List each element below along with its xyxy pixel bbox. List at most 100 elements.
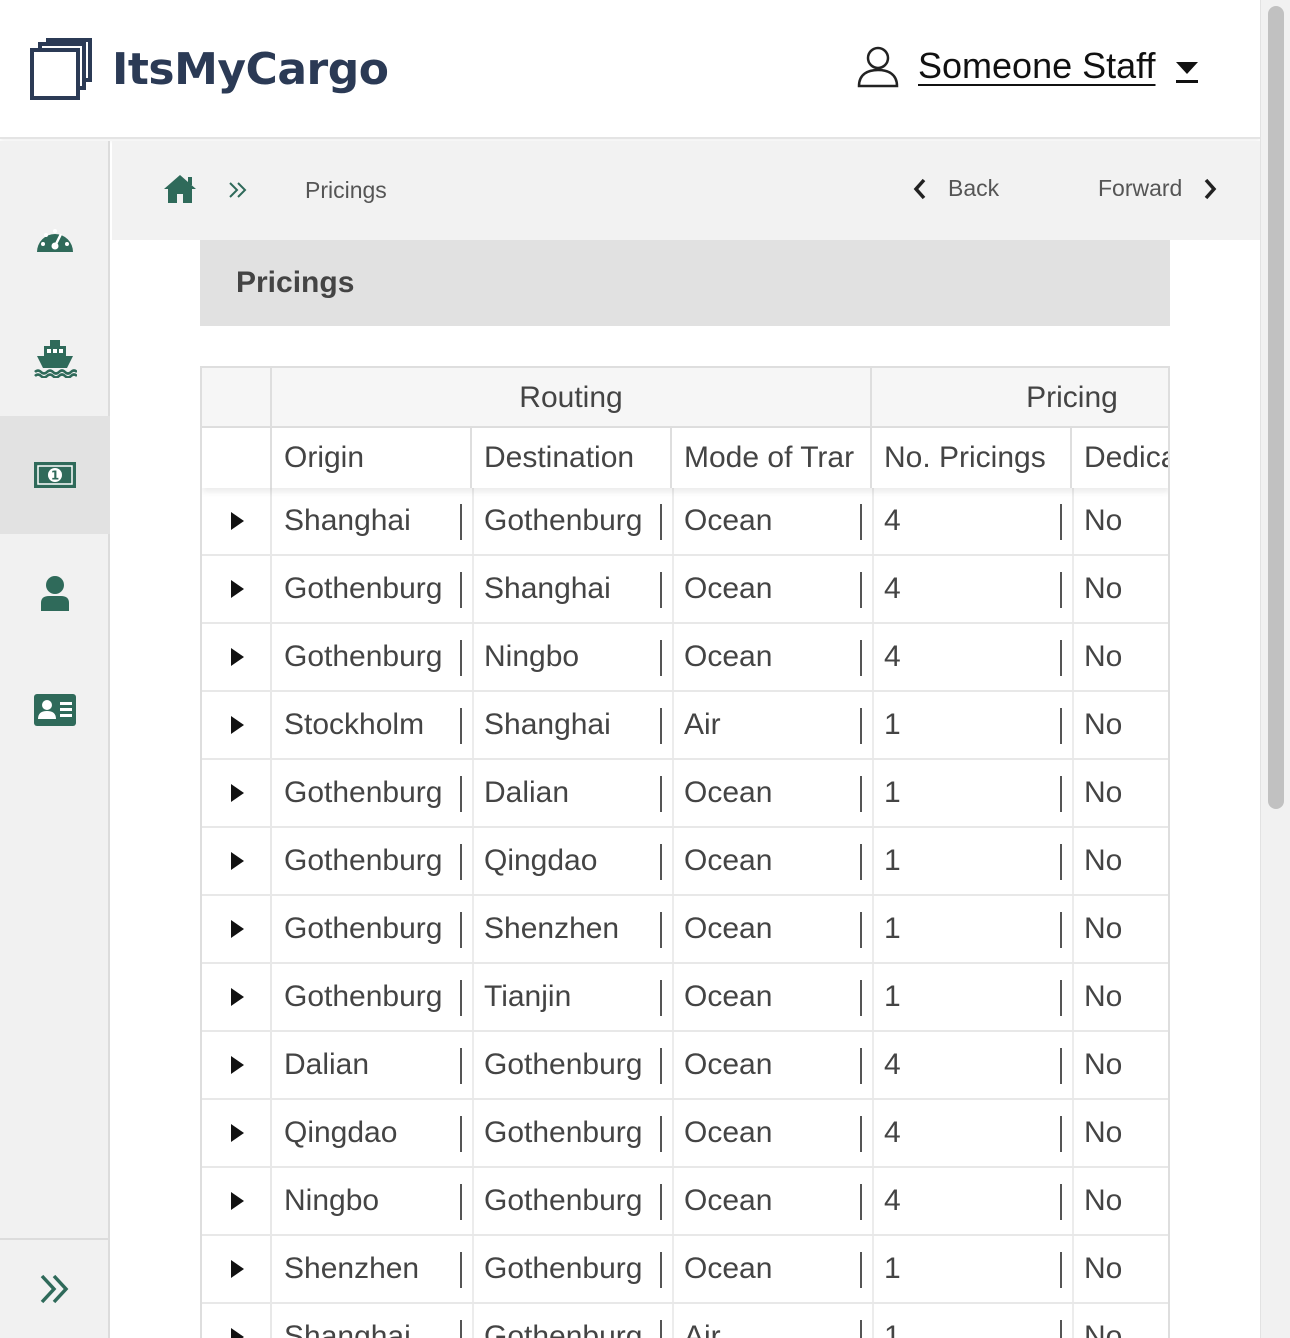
header-no-pricings[interactable]: No. Pricings (872, 428, 1072, 488)
sidebar-item-dashboard[interactable] (0, 181, 110, 299)
column-resize-handle[interactable] (460, 504, 462, 540)
row-expand-button[interactable] (202, 1100, 272, 1166)
column-resize-handle[interactable] (1060, 708, 1062, 744)
column-resize-handle[interactable] (1060, 912, 1062, 948)
column-resize-handle[interactable] (660, 708, 662, 744)
column-resize-handle[interactable] (460, 1184, 462, 1220)
header-origin[interactable]: Origin (272, 428, 472, 488)
table-row[interactable]: Gothenburg Tianjin Ocean 1 No (202, 964, 1168, 1032)
column-resize-handle[interactable] (660, 504, 662, 540)
column-resize-handle[interactable] (460, 1320, 462, 1338)
column-resize-handle[interactable] (660, 1320, 662, 1338)
sidebar-expand-button[interactable] (0, 1238, 110, 1338)
column-resize-handle[interactable] (1060, 1320, 1062, 1338)
column-resize-handle[interactable] (860, 844, 862, 880)
caret-down-icon[interactable] (1175, 62, 1198, 83)
row-expand-button[interactable] (202, 556, 272, 622)
column-resize-handle[interactable] (1060, 980, 1062, 1016)
row-expand-button[interactable] (202, 828, 272, 894)
table-row[interactable]: Stockholm Shanghai Air 1 No (202, 692, 1168, 760)
row-expand-button[interactable] (202, 692, 272, 758)
column-resize-handle[interactable] (1060, 504, 1062, 540)
sidebar-item-pricings[interactable]: 1 (0, 416, 110, 534)
column-resize-handle[interactable] (660, 844, 662, 880)
column-resize-handle[interactable] (460, 1116, 462, 1152)
column-resize-handle[interactable] (660, 1184, 662, 1220)
column-resize-handle[interactable] (860, 912, 862, 948)
table-row[interactable]: Gothenburg Shanghai Ocean 4 No (202, 556, 1168, 624)
column-resize-handle[interactable] (460, 776, 462, 812)
column-resize-handle[interactable] (860, 1116, 862, 1152)
column-resize-handle[interactable] (460, 980, 462, 1016)
column-resize-handle[interactable] (860, 640, 862, 676)
column-resize-handle[interactable] (860, 504, 862, 540)
column-resize-handle[interactable] (660, 1048, 662, 1084)
column-resize-handle[interactable] (1060, 1048, 1062, 1084)
user-name-link[interactable]: Someone Staff (918, 45, 1156, 87)
column-resize-handle[interactable] (860, 1048, 862, 1084)
column-resize-handle[interactable] (660, 776, 662, 812)
row-expand-button[interactable] (202, 1032, 272, 1098)
column-resize-handle[interactable] (660, 912, 662, 948)
column-resize-handle[interactable] (860, 1184, 862, 1220)
table-row[interactable]: Gothenburg Shenzhen Ocean 1 No (202, 896, 1168, 964)
table-row[interactable]: Shanghai Gothenburg Ocean 4 No (202, 488, 1168, 556)
table-row[interactable]: Gothenburg Qingdao Ocean 1 No (202, 828, 1168, 896)
sidebar-item-contacts[interactable] (0, 651, 110, 769)
table-row[interactable]: Qingdao Gothenburg Ocean 4 No (202, 1100, 1168, 1168)
sidebar-item-users[interactable] (0, 534, 110, 652)
column-resize-handle[interactable] (660, 1252, 662, 1288)
column-resize-handle[interactable] (460, 640, 462, 676)
table-row[interactable]: Gothenburg Dalian Ocean 1 No (202, 760, 1168, 828)
column-resize-handle[interactable] (460, 1252, 462, 1288)
forward-button[interactable]: Forward (1098, 175, 1218, 202)
column-resize-handle[interactable] (660, 572, 662, 608)
row-expand-button[interactable] (202, 964, 272, 1030)
table-row[interactable]: Gothenburg Ningbo Ocean 4 No (202, 624, 1168, 692)
header-destination[interactable]: Destination (472, 428, 672, 488)
column-resize-handle[interactable] (860, 980, 862, 1016)
cell-dedicated: No (1084, 912, 1123, 945)
table-row[interactable]: Shanghai Gothenburg Air 1 No (202, 1304, 1168, 1338)
table-row[interactable]: Ningbo Gothenburg Ocean 4 No (202, 1168, 1168, 1236)
row-expand-button[interactable] (202, 1304, 272, 1338)
column-resize-handle[interactable] (1060, 1116, 1062, 1152)
column-resize-handle[interactable] (460, 708, 462, 744)
sidebar-item-shipments[interactable] (0, 299, 110, 417)
column-resize-handle[interactable] (860, 572, 862, 608)
column-resize-handle[interactable] (460, 912, 462, 948)
column-resize-handle[interactable] (660, 640, 662, 676)
column-resize-handle[interactable] (1060, 1252, 1062, 1288)
column-resize-handle[interactable] (860, 1252, 862, 1288)
column-resize-handle[interactable] (460, 572, 462, 608)
header-dedicated[interactable]: Dedica (1072, 428, 1168, 488)
column-resize-handle[interactable] (860, 708, 862, 744)
table-row[interactable]: Dalian Gothenburg Ocean 4 No (202, 1032, 1168, 1100)
sidebar: 1 (0, 141, 110, 1338)
row-expand-button[interactable] (202, 760, 272, 826)
column-resize-handle[interactable] (860, 1320, 862, 1338)
scrollbar-thumb[interactable] (1268, 6, 1284, 809)
row-expand-button[interactable] (202, 624, 272, 690)
column-resize-handle[interactable] (660, 1116, 662, 1152)
column-resize-handle[interactable] (1060, 572, 1062, 608)
home-icon[interactable] (162, 173, 198, 210)
row-expand-button[interactable] (202, 488, 272, 554)
table-row[interactable]: Shenzhen Gothenburg Ocean 1 No (202, 1236, 1168, 1304)
column-resize-handle[interactable] (460, 1048, 462, 1084)
column-resize-handle[interactable] (1060, 844, 1062, 880)
header-mode-of-transport[interactable]: Mode of Trar (672, 428, 872, 488)
column-resize-handle[interactable] (660, 980, 662, 1016)
brand-logo[interactable]: ItsMyCargo (30, 38, 389, 100)
column-resize-handle[interactable] (860, 776, 862, 812)
column-resize-handle[interactable] (460, 844, 462, 880)
back-button[interactable]: Back (912, 175, 999, 202)
column-resize-handle[interactable] (1060, 776, 1062, 812)
row-expand-button[interactable] (202, 896, 272, 962)
user-menu[interactable]: Someone Staff (856, 44, 1198, 88)
row-expand-button[interactable] (202, 1236, 272, 1302)
column-resize-handle[interactable] (1060, 640, 1062, 676)
page-scrollbar[interactable] (1260, 0, 1290, 1338)
row-expand-button[interactable] (202, 1168, 272, 1234)
column-resize-handle[interactable] (1060, 1184, 1062, 1220)
